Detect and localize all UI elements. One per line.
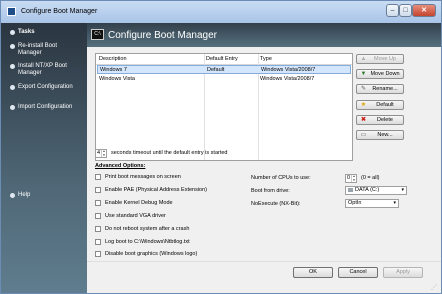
maximize-button[interactable]: □ (399, 4, 412, 17)
cpus-spinner[interactable]: 0 ▲ ▼ (345, 174, 357, 183)
window-title: Configure Boot Manager (21, 8, 98, 15)
enable-pae-checkbox[interactable] (95, 187, 101, 193)
apply-button[interactable]: Apply (383, 267, 423, 278)
page-title: Configure Boot Manager (108, 30, 217, 41)
option-label: Log boot to C:\Windows\Ntbtlog.txt (105, 239, 190, 245)
title-bar: Configure Boot Manager – □ ✕ (1, 1, 441, 23)
rename-button[interactable]: ✎ Rename... (356, 84, 404, 94)
import-icon (10, 105, 15, 110)
star-icon: ★ (360, 102, 367, 108)
chevron-down-icon: ▾ (393, 200, 396, 206)
cancel-button[interactable]: Cancel (338, 267, 378, 278)
new-document-icon: ▭ (360, 132, 367, 138)
timeout-label: seconds timeout until the default entry … (111, 150, 228, 156)
boot-drive-label: Boot from drive: (251, 188, 290, 194)
resize-grip-icon[interactable]: ⋰ (431, 284, 439, 292)
kernel-debug-checkbox[interactable] (95, 200, 101, 206)
bullet-icon (10, 30, 15, 35)
table-row[interactable]: Windows 7 Default Windows Vista/2008/7 (97, 65, 351, 74)
delete-button[interactable]: ✖ Delete (356, 115, 404, 125)
main-panel: C:\ Configure Boot Manager Description D… (87, 23, 441, 293)
option-label: Do not reboot system after a crash (105, 226, 190, 232)
disable-boot-graphics-checkbox[interactable] (95, 251, 101, 257)
delete-x-icon: ✖ (360, 117, 367, 123)
noexecute-label: NoExecute (NX-Bit): (251, 201, 301, 207)
task-sidebar: Tasks Re-install Boot Manager Install NT… (1, 23, 87, 293)
boot-entries-list[interactable]: Description Default Entry Type Windows 7… (95, 53, 353, 161)
default-button[interactable]: ★ Default (356, 100, 404, 110)
option-label: Disable boot graphics (Windows logo) (105, 251, 198, 257)
configure-boot-manager-window: Configure Boot Manager – □ ✕ Tasks Re-in… (0, 0, 442, 294)
cpus-hint: (0 = all) (361, 175, 380, 181)
column-type[interactable]: Type (260, 56, 272, 62)
spin-arrows-icon[interactable]: ▲ ▼ (101, 149, 106, 157)
minimize-button[interactable]: – (386, 4, 399, 17)
ok-button[interactable]: OK (293, 267, 333, 278)
boot-drive-select[interactable]: DATA (C:) ▾ (345, 186, 407, 195)
advanced-options-title: Advanced Options: (95, 163, 146, 169)
move-up-button[interactable]: ▲ Move Up (356, 54, 404, 64)
panel-header: C:\ Configure Boot Manager (87, 23, 441, 47)
arrow-up-icon: ▲ (360, 56, 367, 62)
chevron-down-icon: ▾ (401, 187, 404, 193)
cpus-label: Number of CPUs to use: (251, 175, 311, 181)
noexecute-select[interactable]: OptIn ▾ (345, 199, 399, 208)
option-label: Enable PAE (Physical Address Extension) (105, 187, 208, 193)
table-row[interactable]: Windows Vista Windows Vista/2008/7 (97, 75, 351, 84)
arrow-down-icon: ▼ (360, 71, 367, 77)
rename-icon: ✎ (360, 86, 367, 92)
command-prompt-icon: C:\ (91, 29, 104, 40)
column-description[interactable]: Description (99, 56, 127, 62)
option-label: Enable Kernel Debug Mode (105, 200, 173, 206)
drive-icon (348, 187, 353, 192)
app-icon (7, 7, 16, 16)
option-label: Print boot messages on screen (105, 174, 181, 180)
export-icon (10, 85, 15, 90)
no-reboot-checkbox[interactable] (95, 226, 101, 232)
move-down-button[interactable]: ▼ Move Down (356, 69, 404, 79)
print-boot-messages-checkbox[interactable] (95, 174, 101, 180)
spin-arrows-icon[interactable]: ▲ ▼ (351, 174, 356, 182)
dialog-footer: OK Cancel Apply ⋰ (87, 261, 441, 293)
option-label: Use standard VGA driver (105, 213, 166, 219)
close-button[interactable]: ✕ (412, 4, 436, 17)
new-button[interactable]: ▭ New... (356, 130, 404, 140)
column-default-entry[interactable]: Default Entry (206, 56, 238, 62)
log-boot-checkbox[interactable] (95, 239, 101, 245)
install-icon (10, 64, 15, 69)
help-icon (10, 193, 15, 198)
reinstall-icon (10, 44, 15, 49)
timeout-spinner[interactable]: 4 ▲ ▼ (95, 149, 107, 158)
list-header: Description Default Entry Type (96, 54, 352, 65)
standard-vga-checkbox[interactable] (95, 213, 101, 219)
